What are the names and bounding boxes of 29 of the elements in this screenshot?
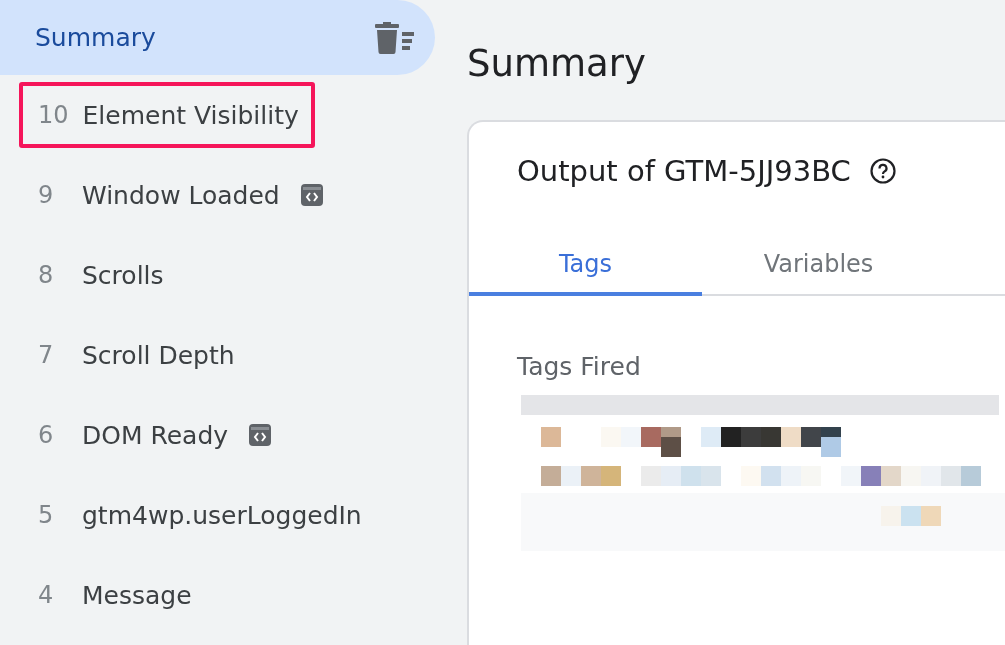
event-item[interactable]: 6 DOM Ready xyxy=(19,402,289,468)
help-icon[interactable] xyxy=(868,157,897,185)
event-item[interactable]: 4 Message xyxy=(19,562,208,628)
event-number: 10 xyxy=(38,101,69,129)
event-label: DOM Ready xyxy=(82,420,229,450)
event-item[interactable]: 5 gtm4wp.userLoggedIn xyxy=(19,482,378,548)
event-item[interactable]: 8 Scrolls xyxy=(19,242,180,308)
event-number: 7 xyxy=(38,341,55,369)
tab[interactable]: Variables xyxy=(702,232,935,296)
tab[interactable]: Tags xyxy=(469,232,702,296)
page-title: Summary xyxy=(467,42,647,87)
event-number: 5 xyxy=(38,501,55,529)
event-label: Element Visibility xyxy=(82,100,299,130)
delete-list-icon[interactable] xyxy=(375,21,415,54)
event-label: Message xyxy=(82,580,192,610)
event-number: 4 xyxy=(38,581,55,609)
event-label: Scrolls xyxy=(82,260,164,290)
card-title: Output of GTM-5JJ93BC xyxy=(517,154,851,188)
event-label: gtm4wp.userLoggedIn xyxy=(82,500,362,530)
event-number: 8 xyxy=(38,261,55,289)
event-item[interactable]: 10 Element Visibility xyxy=(19,82,315,148)
event-label: Window Loaded xyxy=(82,180,280,210)
event-item[interactable]: 9 Window Loaded xyxy=(19,162,340,228)
event-number: 9 xyxy=(38,181,55,209)
event-item[interactable]: 7 Scroll Depth xyxy=(19,322,251,388)
event-number: 6 xyxy=(38,421,55,449)
section-title: Tags Fired xyxy=(517,352,642,381)
summary-nav-item[interactable]: Summary xyxy=(0,0,435,75)
event-label: Scroll Depth xyxy=(82,340,235,370)
